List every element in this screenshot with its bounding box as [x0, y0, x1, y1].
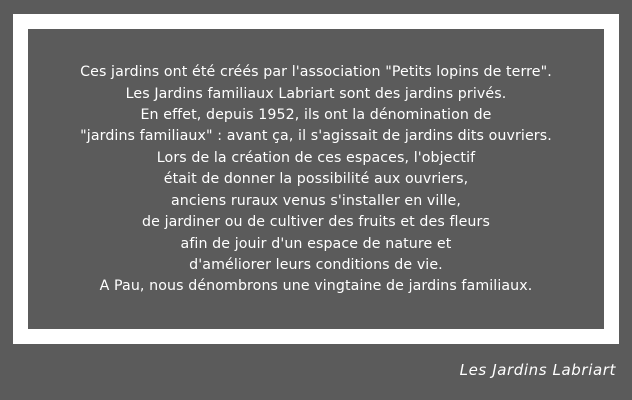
paragraph-line: de jardiner ou de cultiver des fruits et…	[142, 214, 490, 231]
paragraph-line: était de donner la possibilité aux ouvri…	[163, 171, 469, 188]
paragraph-line: A Pau, nous dénombrons une vingtaine de …	[99, 278, 533, 295]
text-panel: Ces jardins ont été créés par l'associat…	[28, 29, 604, 329]
paragraph-line: afin de jouir d'un espace de nature et	[180, 235, 452, 252]
paragraph-line: d'améliorer leurs conditions de vie.	[189, 256, 443, 273]
paragraph-line: En effet, depuis 1952, ils ont la dénomi…	[140, 107, 492, 124]
caption: Les Jardins Labriart	[459, 361, 616, 379]
paragraph-line: Les Jardins familiaux Labriart sont des …	[125, 85, 507, 102]
paragraph-line: Lors de la création de ces espaces, l'ob…	[156, 149, 476, 166]
paragraph-line: Ces jardins ont été créés par l'associat…	[80, 64, 552, 81]
paragraph-line: "jardins familiaux" : avant ça, il s'agi…	[80, 128, 552, 145]
paragraph-line: anciens ruraux venus s'installer en vill…	[170, 192, 461, 209]
white-frame: Ces jardins ont été créés par l'associat…	[13, 14, 619, 344]
paragraph: Ces jardins ont été créés par l'associat…	[80, 62, 552, 297]
